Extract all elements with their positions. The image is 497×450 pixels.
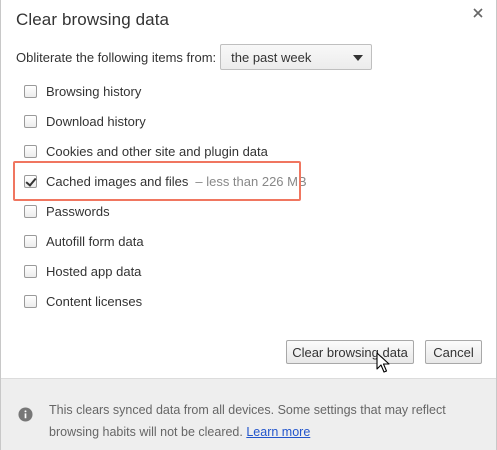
time-range-row: Obliterate the following items from: the… <box>16 44 373 70</box>
checkbox-cookies[interactable] <box>24 144 37 158</box>
option-label: Content licenses <box>46 293 143 309</box>
option-label: Cookies and other site and plugin data <box>46 143 268 159</box>
checkbox-download-history[interactable] <box>24 114 37 128</box>
option-browsing-history[interactable]: Browsing history <box>24 82 141 100</box>
time-range-select[interactable]: the past week <box>220 44 373 70</box>
option-label: Passwords <box>46 203 110 219</box>
option-passwords[interactable]: Passwords <box>24 202 110 220</box>
option-cookies[interactable]: Cookies and other site and plugin data <box>24 142 268 160</box>
option-download-history[interactable]: Download history <box>24 112 146 130</box>
chevron-down-icon <box>353 55 364 61</box>
clear-browsing-data-dialog: Clear browsing data Obliterate the follo… <box>0 0 497 450</box>
clear-browsing-data-button[interactable]: Clear browsing data <box>286 340 414 364</box>
close-icon[interactable] <box>470 5 486 21</box>
checkbox-autofill[interactable] <box>24 234 37 248</box>
cancel-button[interactable]: Cancel <box>425 340 482 364</box>
option-autofill[interactable]: Autofill form data <box>24 232 144 250</box>
footer-text: This clears synced data from all devices… <box>49 399 479 443</box>
option-hosted-app-data[interactable]: Hosted app data <box>24 262 141 280</box>
time-range-label: Obliterate the following items from: <box>16 49 217 65</box>
checkbox-content-licenses[interactable] <box>24 294 37 308</box>
info-icon <box>18 407 33 422</box>
time-range-value: the past week <box>231 49 312 65</box>
option-label: Autofill form data <box>46 233 144 249</box>
option-content-licenses[interactable]: Content licenses <box>24 292 142 310</box>
mouse-cursor-icon <box>376 352 390 373</box>
checkbox-browsing-history[interactable] <box>24 84 37 98</box>
option-label: Download history <box>46 113 146 129</box>
dialog-title: Clear browsing data <box>16 10 170 29</box>
option-label: Hosted app data <box>46 263 142 279</box>
learn-more-link[interactable]: Learn more <box>246 425 310 439</box>
checkbox-hosted-app-data[interactable] <box>24 264 37 278</box>
checkbox-passwords[interactable] <box>24 204 37 218</box>
option-label: Browsing history <box>46 83 142 99</box>
footer-info: This clears synced data from all devices… <box>1 378 496 450</box>
highlight-box <box>13 161 301 201</box>
